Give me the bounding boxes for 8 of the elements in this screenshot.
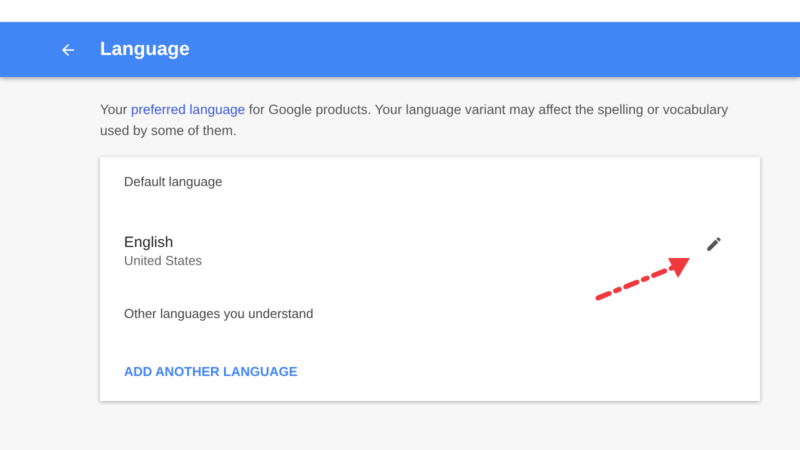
section-heading: Default language [124,174,224,189]
page-title: Language [100,38,190,60]
add-language-button[interactable]: ADD ANOTHER LANGUAGE [124,364,298,379]
intro-text: Your preferred language for Google products. Your language variant may affect the spelling or vocabulary used by some of them. [100,101,730,140]
language-region: United States [124,253,202,268]
section-heading: Other languages you understand [124,306,314,321]
preferred-language-link[interactable]: preferred language [131,102,246,117]
language-name: English [124,234,174,251]
